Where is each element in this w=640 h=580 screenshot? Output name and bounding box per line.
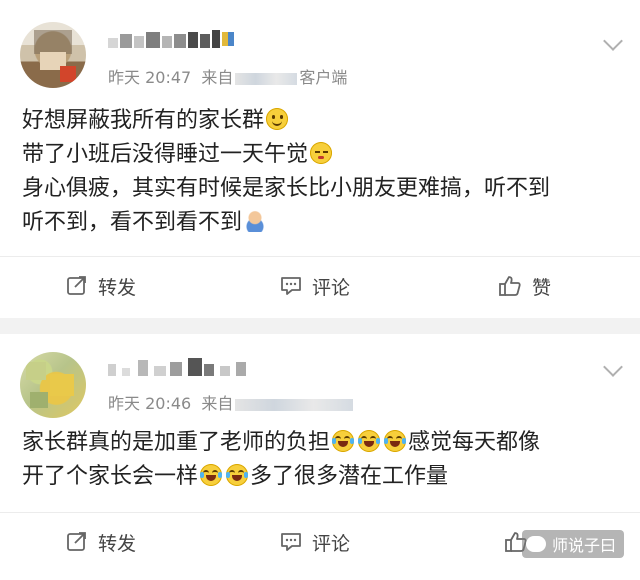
laugh-cry-emoji-icon (332, 430, 355, 452)
post-meta: 昨天 20:47 来自 客户端 (108, 64, 347, 88)
chevron-down-icon[interactable] (603, 31, 623, 51)
post-line: 感觉每天都像 (408, 430, 541, 455)
source-name-blurred (235, 398, 354, 411)
comment-button[interactable]: 评论 (280, 514, 350, 570)
divider (0, 256, 640, 257)
username-pixelated[interactable] (108, 30, 258, 52)
baby-emoji-icon (244, 210, 267, 232)
username-pixelated[interactable] (108, 358, 268, 380)
comment-label: 评论 (312, 532, 351, 555)
divider (0, 512, 640, 513)
avatar[interactable] (20, 22, 86, 88)
post-line: 好想屏蔽我所有的家长群 (22, 108, 265, 133)
avatar[interactable] (20, 352, 86, 418)
thumbs-up-icon (499, 276, 521, 296)
comment-label: 评论 (312, 276, 351, 299)
post-line: 开了个家长会一样 (22, 464, 199, 489)
comment-icon (281, 533, 301, 551)
wechat-icon (525, 536, 546, 552)
like-label: 赞 (532, 276, 552, 299)
repost-button[interactable]: 转发 (66, 514, 136, 570)
post-line: 听不到，看不到看不到 (22, 210, 243, 235)
post-time: 昨天 20:46 (108, 394, 192, 413)
post-line: 带了小班后没得睡过一天午觉 (22, 142, 309, 167)
comment-icon (281, 277, 301, 295)
action-bar: 转发 评论 赞 (0, 258, 640, 314)
repost-label: 转发 (98, 276, 137, 299)
post-text: 好想屏蔽我所有的家长群 带了小班后没得睡过一天午觉 身心俱疲，其实有时候是家长比… (22, 104, 622, 240)
source-prefix: 来自 (201, 68, 234, 87)
laugh-cry-emoji-icon (384, 430, 407, 452)
laugh-cry-emoji-icon (200, 464, 223, 486)
source-name-blurred (235, 72, 298, 85)
watermark: 师说子曰 (521, 530, 624, 558)
comment-button[interactable]: 评论 (280, 258, 350, 314)
post-line: 身心俱疲，其实有时候是家长比小朋友更难搞，听不到 (22, 176, 551, 201)
post-line: 家长群真的是加重了老师的负担 (22, 430, 331, 455)
smile-emoji-icon (266, 108, 289, 130)
post-text: 家长群真的是加重了老师的负担 感觉每天都像 开了个家长会一样 多了很多潜在工作量 (22, 426, 622, 494)
watermark-text: 师说子曰 (551, 536, 616, 555)
like-button[interactable]: 赞 (498, 258, 551, 314)
post-time: 昨天 20:47 (108, 68, 192, 87)
laugh-cry-emoji-icon (358, 430, 381, 452)
source-suffix: 客户端 (299, 68, 348, 87)
repost-icon (67, 532, 86, 551)
laugh-cry-emoji-icon (226, 464, 249, 486)
weibo-post-card-2: 昨天 20:46 来自 家长群真的是加重了老师的负担 感觉每天都像 开了个家长会一… (0, 334, 640, 580)
repost-label: 转发 (98, 532, 137, 555)
post-meta: 昨天 20:46 来自 (108, 390, 355, 414)
repost-button[interactable]: 转发 (66, 258, 136, 314)
sleepy-emoji-icon (310, 142, 333, 164)
post-line: 多了很多潜在工作量 (250, 464, 449, 489)
weibo-post-card-1: 昨天 20:47 来自 客户端 好想屏蔽我所有的家长群 带了小班后没得睡过一天午觉… (0, 0, 640, 318)
repost-icon (67, 276, 86, 295)
chevron-down-icon[interactable] (603, 357, 623, 377)
source-prefix: 来自 (201, 394, 234, 413)
